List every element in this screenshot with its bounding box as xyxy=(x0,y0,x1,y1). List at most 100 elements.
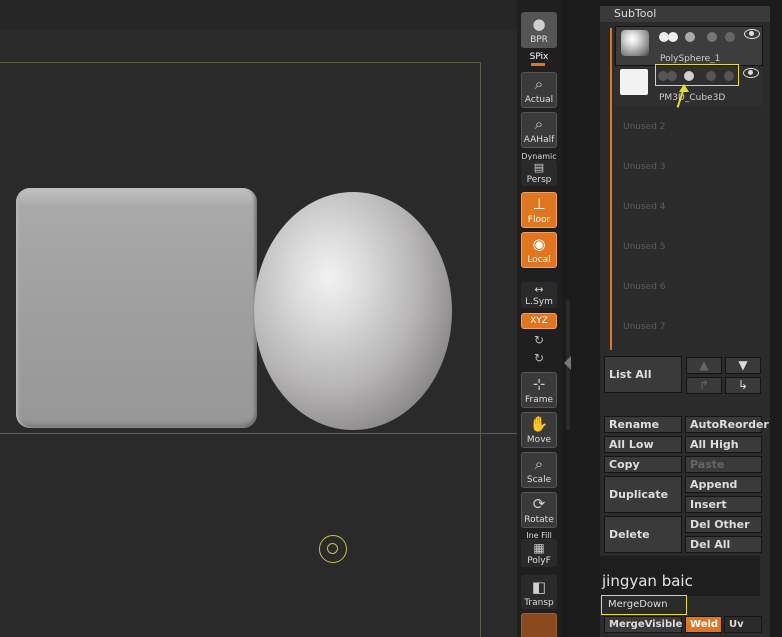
rename-button[interactable]: Rename xyxy=(604,416,682,433)
watermark-text: jingyan baic xyxy=(602,572,693,590)
poly-toggle-icon[interactable] xyxy=(668,32,678,42)
xyz-label: XYZ xyxy=(530,316,548,326)
unused-label: Unused 6 xyxy=(623,282,666,292)
merge-visible-button[interactable]: MergeVisible xyxy=(604,616,682,633)
spix-slider[interactable] xyxy=(531,63,545,66)
insert-button[interactable]: Insert xyxy=(685,496,762,513)
bpr-sphere-icon: ● xyxy=(532,15,546,33)
collapse-arrow-icon[interactable] xyxy=(564,356,571,370)
pencil-toggle-icon[interactable] xyxy=(725,32,735,42)
lsym-button[interactable]: ↔ L.Sym xyxy=(521,282,557,308)
rotate-icon: ⟳ xyxy=(532,495,546,513)
delete-button[interactable]: Delete xyxy=(604,516,682,553)
ghost-button[interactable] xyxy=(521,613,557,637)
subtool-unused-slot: Unused 4 xyxy=(615,186,763,226)
merge-down-button[interactable]: MergeDown xyxy=(601,595,687,615)
magnifier-icon: ⌕ xyxy=(534,75,544,93)
sphere-thumbnail xyxy=(621,30,649,56)
weld-button[interactable]: Weld xyxy=(685,616,722,633)
move-button[interactable]: ✋ Move xyxy=(521,412,557,448)
unused-label: Unused 2 xyxy=(623,122,666,132)
brush-cursor-icon xyxy=(319,535,347,563)
hand-icon: ✋ xyxy=(529,415,549,433)
eye-icon[interactable] xyxy=(743,68,759,78)
all-high-button[interactable]: All High xyxy=(685,436,762,453)
symmetry-arrows-icon: ↔ xyxy=(534,283,544,296)
actual-label: Actual xyxy=(524,95,554,105)
move-down-arrow-icon[interactable]: ▼ xyxy=(725,357,761,374)
frame-icon: ⊹ xyxy=(532,375,546,393)
subtool-title[interactable]: SubTool xyxy=(600,6,770,22)
polyf-label: PolyF xyxy=(527,556,551,566)
subtool-item-polysphere[interactable]: PolySphere_1 xyxy=(615,26,763,66)
unused-label: Unused 4 xyxy=(623,202,666,212)
scale-button[interactable]: ⌕ Scale xyxy=(521,452,557,488)
subtool-scrollbar[interactable] xyxy=(610,28,612,350)
del-other-button[interactable]: Del Other xyxy=(685,516,762,533)
transp-button[interactable]: ◧ Transp xyxy=(521,575,557,609)
cube-mesh[interactable] xyxy=(16,188,257,428)
scale-label: Scale xyxy=(526,475,552,485)
eye-icon[interactable] xyxy=(744,29,760,39)
transp-label: Transp xyxy=(524,598,554,608)
xyz-button[interactable]: XYZ xyxy=(521,313,557,329)
autoreorder-button[interactable]: AutoReorder xyxy=(685,416,769,433)
local-button[interactable]: ◉ Local xyxy=(521,232,557,268)
del-all-button[interactable]: Del All xyxy=(685,536,762,553)
bpr-button[interactable]: ● BPR xyxy=(521,12,557,48)
transparency-icon: ◧ xyxy=(531,578,547,596)
floor-grid-line xyxy=(0,433,517,434)
subtool-unused-slot: Unused 5 xyxy=(615,226,763,266)
move-up-branch-icon[interactable]: ↱ xyxy=(686,377,722,394)
subtool-unused-slot: Unused 3 xyxy=(615,146,763,186)
sphere-mesh[interactable] xyxy=(254,192,452,430)
persp-button[interactable]: ▤ Persp xyxy=(521,160,557,186)
list-all-button[interactable]: List All xyxy=(604,356,682,393)
unused-label: Unused 5 xyxy=(623,242,666,252)
subtool-toggles xyxy=(659,32,749,44)
rotate-y-icon[interactable]: ↻ xyxy=(519,333,559,347)
subtool-unused-slot: Unused 6 xyxy=(615,266,763,306)
lsym-label: L.Sym xyxy=(525,297,553,307)
polyframe-grid-icon: ▦ xyxy=(533,541,545,555)
viewport-canvas[interactable] xyxy=(0,0,517,637)
persp-label: Persp xyxy=(526,175,552,185)
duplicate-button[interactable]: Duplicate xyxy=(604,476,682,513)
merge-toggle-icon[interactable] xyxy=(685,32,695,42)
highlight-box xyxy=(655,64,739,86)
copy-button[interactable]: Copy xyxy=(604,456,682,473)
persp-grid-icon: ▤ xyxy=(533,161,545,174)
move-down-branch-icon[interactable]: ↳ xyxy=(725,377,761,394)
right-shelf: ● BPR SPix ⌕ Actual ⌕ AAHalf Dynamic ▤ P… xyxy=(517,0,562,637)
bpr-label: BPR xyxy=(530,35,548,45)
frame-label: Frame xyxy=(524,395,554,405)
all-low-button[interactable]: All Low xyxy=(604,436,682,453)
move-up-arrow-icon[interactable]: ▲ xyxy=(686,357,722,374)
move-label: Move xyxy=(526,435,552,445)
unused-label: Unused 3 xyxy=(623,162,666,172)
paste-button[interactable]: Paste xyxy=(685,456,762,473)
polyf-button[interactable]: ▦ PolyF xyxy=(521,539,557,567)
append-button[interactable]: Append xyxy=(685,476,762,493)
aahalf-label: AAHalf xyxy=(523,135,555,145)
uv-button[interactable]: Uv xyxy=(724,616,762,633)
local-label: Local xyxy=(527,255,551,265)
rotate-z-icon[interactable]: ↻ xyxy=(519,351,559,365)
zbrush-window: ● BPR SPix ⌕ Actual ⌕ AAHalf Dynamic ▤ P… xyxy=(0,0,782,637)
subtool-name: PM3D_Cube3D xyxy=(659,93,726,103)
unused-label: Unused 7 xyxy=(623,322,666,332)
floor-label: Floor xyxy=(527,215,551,225)
scale-magnifier-icon: ⌕ xyxy=(534,455,544,473)
rotate-button[interactable]: ⟳ Rotate xyxy=(521,492,557,528)
floor-button[interactable]: ⊥ Floor xyxy=(521,192,557,228)
dynamesh-toggle-icon[interactable] xyxy=(707,32,717,42)
actual-button[interactable]: ⌕ Actual xyxy=(521,72,557,108)
subtool-unused-slot: Unused 7 xyxy=(615,306,763,346)
frame-button[interactable]: ⊹ Frame xyxy=(521,372,557,408)
rotate-label: Rotate xyxy=(524,515,554,525)
local-icon: ◉ xyxy=(532,235,546,253)
magnifier-half-icon: ⌕ xyxy=(534,115,544,133)
aahalf-button[interactable]: ⌕ AAHalf xyxy=(521,112,557,148)
floor-icon: ⊥ xyxy=(532,195,546,213)
subtool-name: PolySphere_1 xyxy=(660,54,721,64)
